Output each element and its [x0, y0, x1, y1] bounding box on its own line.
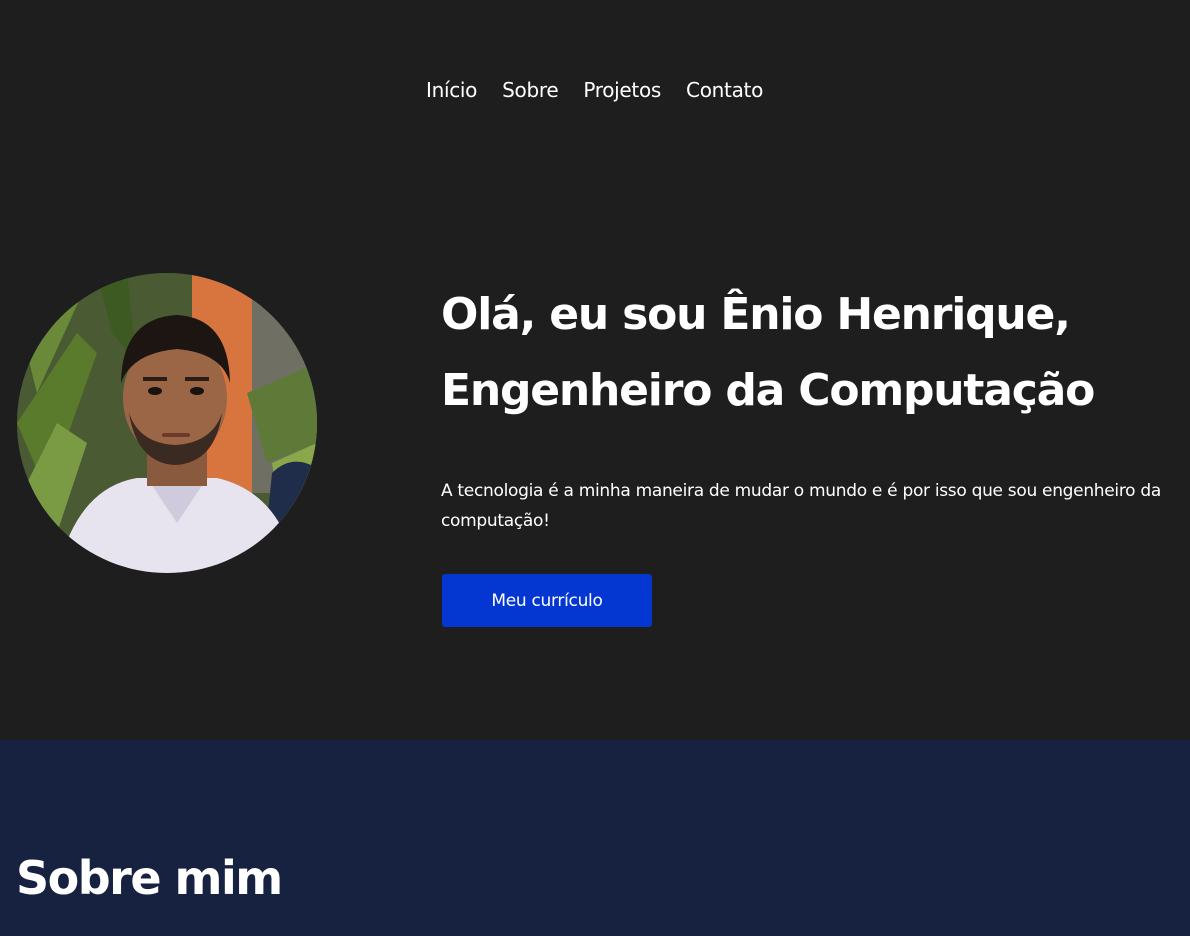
nav-link-contato[interactable]: Contato: [686, 74, 763, 106]
about-section: Sobre mim: [0, 740, 1190, 936]
nav-link-projetos[interactable]: Projetos: [583, 74, 661, 106]
nav-menu: Início Sobre Projetos Contato: [426, 74, 763, 106]
nav-link-inicio[interactable]: Início: [426, 74, 477, 106]
hero-title-line-1: Olá, eu sou Ênio Henrique,: [441, 289, 1071, 340]
nav-link-sobre[interactable]: Sobre: [502, 74, 559, 106]
hero-title-line-2: Engenheiro da Computação: [441, 365, 1095, 416]
resume-button[interactable]: Meu currículo: [442, 574, 652, 627]
profile-photo: [17, 273, 317, 573]
about-title: Sobre mim: [16, 851, 283, 905]
profile-photo-illustration: [17, 273, 317, 573]
hero-title: Olá, eu sou Ênio Henrique, Engenheiro da…: [441, 277, 1186, 429]
top-navigation: Início Sobre Projetos Contato: [0, 0, 1190, 180]
hero-description: A tecnologia é a minha maneira de mudar …: [441, 481, 1161, 531]
hero-section: Olá, eu sou Ênio Henrique, Engenheiro da…: [0, 180, 1190, 740]
portfolio-page: Início Sobre Projetos Contato Olá, eu so…: [0, 0, 1190, 936]
